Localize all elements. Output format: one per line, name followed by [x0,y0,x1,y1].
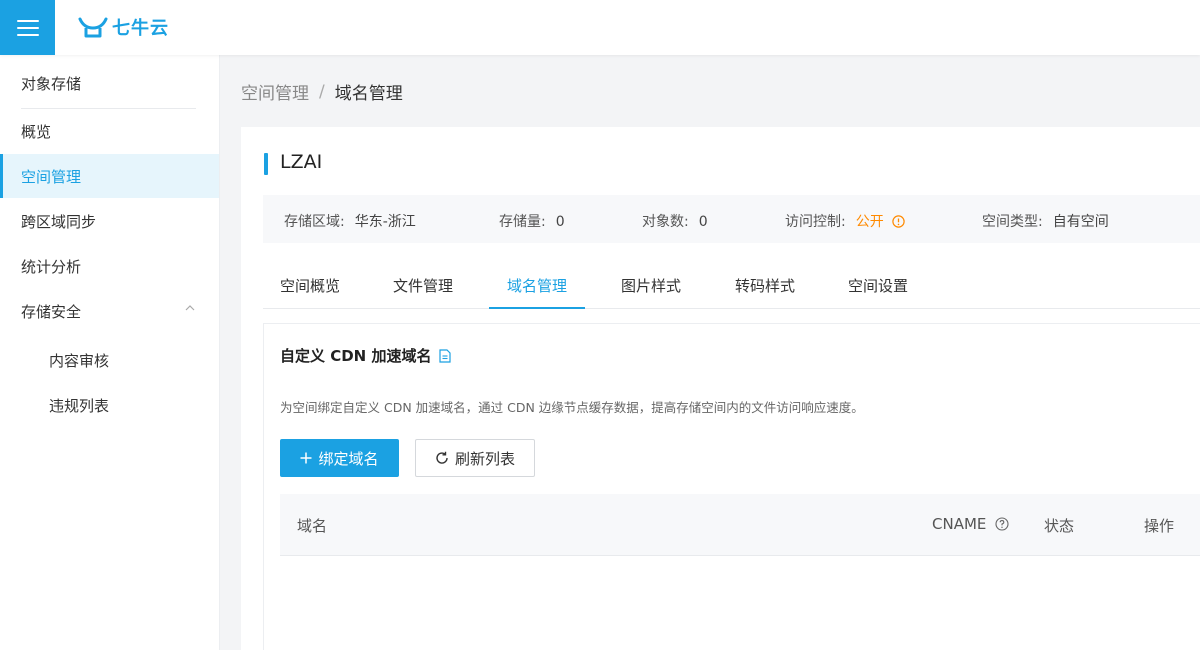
column-header-domain: 域名 [297,517,328,535]
column-header-actions: 操作 [1144,517,1175,535]
breadcrumb-separator: / [319,81,325,102]
info-objects-value: 0 [698,214,708,230]
info-storage: 存储量: 0 [499,211,565,231]
sidebar-item-label: 空间管理 [21,167,82,186]
info-objects: 对象数: 0 [642,211,708,231]
tab-bucket-settings[interactable]: 空间设置 [848,275,908,309]
sidebar-item-label: 概览 [21,122,52,141]
info-access-control: 访问控制: 公开 [785,211,905,231]
tab-file-management[interactable]: 文件管理 [393,275,453,309]
sidebar: 对象存储 概览 空间管理 跨区域同步 统计分析 存储安全 内容审核 违规列表 [0,55,220,650]
tab-bucket-overview[interactable]: 空间概览 [280,275,340,309]
help-icon[interactable] [995,517,1009,531]
sidebar-item-bucket-management[interactable]: 空间管理 [0,154,219,198]
sidebar-subitem-label: 内容审核 [49,351,110,370]
sidebar-item-storage-security[interactable]: 存储安全 [0,289,219,333]
sidebar-subitem-label: 违规列表 [49,396,110,415]
chevron-up-icon [185,305,195,311]
tab-transcode-styles[interactable]: 转码样式 [735,275,795,309]
refresh-icon [436,451,448,464]
column-header-status: 状态 [1044,517,1075,535]
plus-icon [300,452,312,464]
logo-text: 七牛云 [112,18,169,39]
sidebar-item-cross-region-sync[interactable]: 跨区域同步 [0,199,219,243]
bucket-card: LZAI 存储区域: 华东-浙江 存储量: 0 对象数: 0 访问控制: 公开 空间类型… [241,127,1200,650]
tab-image-styles[interactable]: 图片样式 [621,275,681,309]
info-region-label: 存储区域: [284,214,345,230]
sidebar-subitem-violation-list[interactable]: 违规列表 [0,383,219,427]
cdn-panel-title-text: 自定义 CDN 加速域名 [280,347,432,365]
column-header-cname-text: CNAME [932,515,987,533]
breadcrumb: 空间管理 / 域名管理 [241,79,403,105]
document-icon[interactable] [439,348,452,363]
menu-button[interactable] [0,0,55,55]
bucket-name: LZAI [280,151,323,173]
breadcrumb-parent-link[interactable]: 空间管理 [241,79,309,104]
info-type-label: 空间类型: [982,214,1043,230]
info-region-value: 华东-浙江 [354,214,416,230]
info-access-value: 公开 [855,214,884,230]
bind-domain-button[interactable]: 绑定域名 [280,439,399,477]
column-header-cname: CNAME [932,515,1009,533]
sidebar-subitem-content-review[interactable]: 内容审核 [0,338,219,382]
cdn-domain-panel: 自定义 CDN 加速域名 为空间绑定自定义 CDN 加速域名，通过 CDN 边缘… [263,323,1200,650]
refresh-list-label: 刷新列表 [454,449,515,468]
bind-domain-label: 绑定域名 [318,449,379,468]
bucket-tabs: 空间概览 文件管理 域名管理 图片样式 转码样式 空间设置 [263,267,1200,309]
info-storage-label: 存储量: [499,214,546,230]
info-objects-label: 对象数: [642,214,689,230]
breadcrumb-current: 域名管理 [334,84,403,104]
bucket-title-accent [264,153,268,175]
sidebar-item-overview[interactable]: 概览 [0,109,219,153]
info-region: 存储区域: 华东-浙江 [284,211,416,231]
bucket-info-row: 存储区域: 华东-浙江 存储量: 0 对象数: 0 访问控制: 公开 空间类型: 自有空间 [263,195,1200,243]
sidebar-item-label: 统计分析 [21,257,82,276]
cdn-panel-description: 为空间绑定自定义 CDN 加速域名，通过 CDN 边缘节点缓存数据，提高存储空间… [280,400,864,415]
logo[interactable]: 七牛云 [78,14,169,40]
info-access-label: 访问控制: [785,214,846,230]
cdn-panel-title: 自定义 CDN 加速域名 [280,345,452,366]
domain-table-header: 域名 CNAME 状态 操作 [280,494,1200,556]
info-bucket-type: 空间类型: 自有空间 [982,211,1109,231]
top-bar: 七牛云 [0,0,1200,55]
sidebar-title: 对象存储 [21,75,82,93]
sidebar-item-label: 跨区域同步 [21,212,97,231]
qiniu-logo-icon [78,17,108,38]
info-storage-value: 0 [555,214,565,230]
menu-icon [16,19,39,36]
tab-domain-management[interactable]: 域名管理 [488,275,586,309]
refresh-list-button[interactable]: 刷新列表 [415,439,535,477]
sidebar-item-label: 存储安全 [21,302,82,321]
info-type-value: 自有空间 [1052,214,1109,230]
sidebar-item-statistics[interactable]: 统计分析 [0,244,219,288]
warning-icon[interactable] [892,215,905,228]
